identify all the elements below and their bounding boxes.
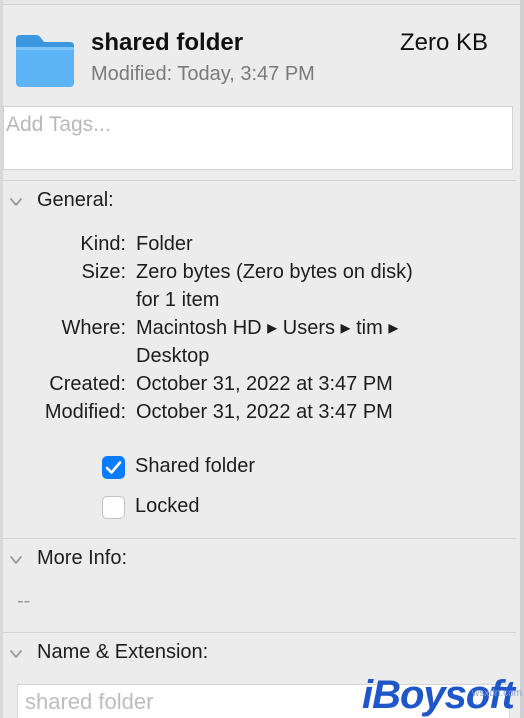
more-info-section-title: More Info: xyxy=(37,547,128,569)
where-label: Where: xyxy=(61,317,126,339)
watermark-url: wsxdn.com xyxy=(471,688,522,699)
folder-name-title: shared folder xyxy=(91,29,244,56)
general-section-toggle[interactable]: General: xyxy=(0,189,520,217)
shared-folder-label: Shared folder xyxy=(135,455,256,477)
created-label: Created: xyxy=(49,373,126,395)
chevron-down-icon xyxy=(10,650,22,658)
modified-label: Modified: xyxy=(44,401,126,423)
chevron-down-icon xyxy=(10,556,22,564)
window-right-edge xyxy=(520,0,524,718)
tags-input[interactable]: Add Tags... xyxy=(3,106,513,170)
general-section-title: General: xyxy=(37,189,114,211)
modified-summary: Modified: Today, 3:47 PM xyxy=(91,63,315,85)
section-divider xyxy=(3,632,516,633)
folder-icon xyxy=(16,35,74,87)
folder-size-summary: Zero KB xyxy=(399,29,488,56)
size-label: Size: xyxy=(81,261,126,283)
locked-checkbox-row[interactable]: Locked xyxy=(102,495,262,521)
chevron-down-icon xyxy=(10,198,22,206)
modified-value: October 31, 2022 at 3:47 PM xyxy=(136,401,393,423)
where-path-end: Desktop xyxy=(136,345,210,367)
section-divider xyxy=(3,538,516,539)
created-value: October 31, 2022 at 3:47 PM xyxy=(136,373,393,395)
size-value: Zero bytes (Zero bytes on disk) xyxy=(136,261,413,283)
shared-folder-checkbox[interactable] xyxy=(102,456,125,479)
info-window: shared folder Zero KB Modified: Today, 3… xyxy=(0,0,524,718)
locked-checkbox[interactable] xyxy=(102,496,125,519)
more-info-section-toggle[interactable]: More Info: xyxy=(0,547,520,575)
section-divider xyxy=(3,180,516,181)
name-extension-section-title: Name & Extension: xyxy=(37,641,209,663)
more-info-value: -- xyxy=(17,590,31,612)
info-header: shared folder Zero KB Modified: Today, 3… xyxy=(0,5,520,100)
kind-label: Kind: xyxy=(80,233,126,255)
shared-folder-checkbox-row[interactable]: Shared folder xyxy=(102,455,302,481)
kind-value: Folder xyxy=(136,233,193,255)
where-path: Macintosh HD ▸ Users ▸ tim ▸ xyxy=(136,317,399,339)
size-value-item-count: for 1 item xyxy=(136,289,220,311)
checkmark-icon xyxy=(105,461,122,474)
locked-label: Locked xyxy=(135,495,200,517)
